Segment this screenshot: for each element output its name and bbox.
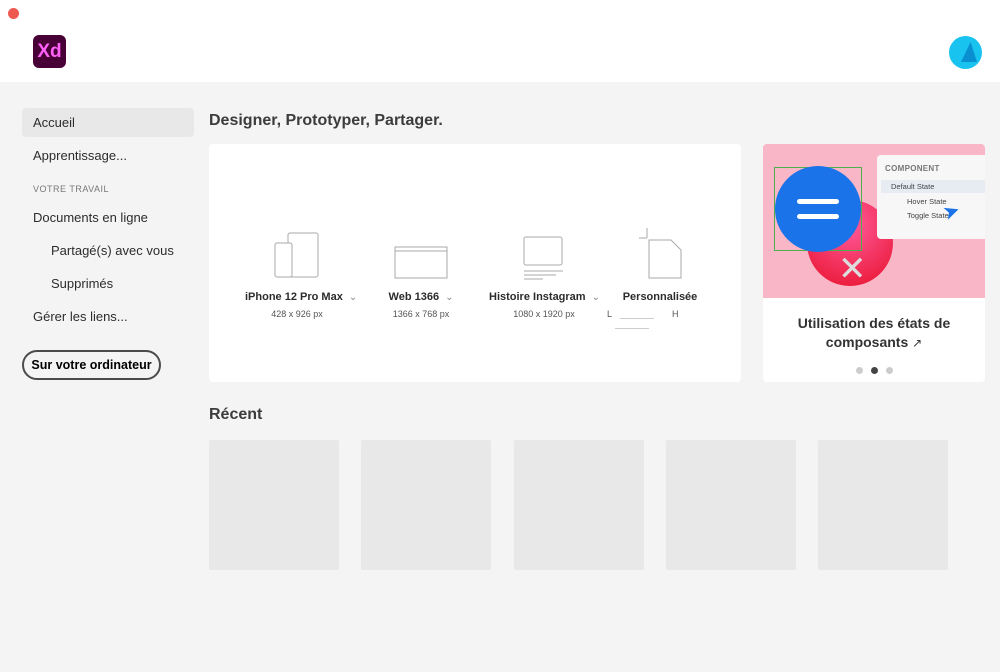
section-label: VOTRE TRAVAIL xyxy=(33,183,110,194)
carousel-dot[interactable] xyxy=(885,367,893,374)
recent-thumbnail[interactable] xyxy=(666,440,796,570)
avatar[interactable] xyxy=(949,36,982,69)
preset-name: Web 1366 xyxy=(388,291,440,303)
recent-thumbnail[interactable] xyxy=(209,440,339,570)
height-input[interactable] xyxy=(615,319,649,329)
sidebar-item-manage-links[interactable]: Gérer les liens... xyxy=(22,302,194,331)
recent-thumbnail[interactable] xyxy=(361,440,491,570)
state-item: Toggle State xyxy=(907,211,949,220)
header-bar: Xd xyxy=(0,0,1000,82)
window-close-button[interactable] xyxy=(8,8,19,19)
chevron-down-icon[interactable]: ⌄ xyxy=(445,292,453,303)
x-icon: ✕ xyxy=(838,250,867,288)
phone-tablet-icon xyxy=(245,228,349,280)
tutorial-card[interactable]: ✕ COMPONENT Default State Hover State To… xyxy=(763,144,985,382)
page-title: Designer, Prototyper, Partager. xyxy=(209,112,443,129)
browser-icon xyxy=(381,228,461,280)
preset-name: Personnalisée xyxy=(622,291,698,303)
carousel-dot[interactable] xyxy=(870,367,878,374)
preset-custom[interactable]: Personnalisée L H xyxy=(607,228,713,329)
xd-logo: Xd xyxy=(33,35,66,68)
sidebar-item-home[interactable]: Accueil xyxy=(22,108,194,137)
custom-size-icon xyxy=(607,228,713,280)
on-your-computer-button[interactable]: Sur votre ordinateur xyxy=(22,350,161,380)
external-link-icon[interactable]: ↗ xyxy=(912,336,922,350)
story-icon xyxy=(489,228,599,280)
tutorial-image: ✕ COMPONENT Default State Hover State To… xyxy=(763,144,985,298)
recent-title: Récent xyxy=(209,406,263,423)
recent-thumbnail[interactable] xyxy=(514,440,644,570)
carousel-dot[interactable] xyxy=(855,367,863,374)
preset-size: 1366 x 768 px xyxy=(392,309,450,319)
recent-thumbnail[interactable] xyxy=(818,440,948,570)
component-panel: COMPONENT Default State Hover State Togg… xyxy=(877,155,985,239)
chevron-down-icon[interactable]: ⌄ xyxy=(592,292,600,303)
preset-iphone[interactable]: iPhone 12 Pro Max ⌄ 428 x 926 px xyxy=(245,228,357,319)
sidebar: Accueil Apprentissage... VOTRE TRAVAIL D… xyxy=(22,108,194,380)
state-item: Hover State xyxy=(907,197,947,206)
width-label: L xyxy=(607,309,613,319)
height-label: H xyxy=(672,309,679,319)
chevron-down-icon[interactable]: ⌄ xyxy=(349,292,357,303)
panel-header: COMPONENT xyxy=(885,164,940,173)
preset-name: iPhone 12 Pro Max xyxy=(245,291,343,303)
preset-size: 1080 x 1920 px xyxy=(513,309,575,319)
card-title: Utilisation des états de composants xyxy=(797,315,951,350)
preset-web[interactable]: Web 1366 ⌄ 1366 x 768 px xyxy=(381,228,461,319)
state-item: Default State xyxy=(881,180,985,193)
sidebar-item-deleted[interactable]: Supprimés xyxy=(22,269,194,298)
sidebar-item-shared[interactable]: Partagé(s) avec vous xyxy=(22,236,194,265)
preset-size: 428 x 926 px xyxy=(271,309,323,319)
sidebar-item-learn[interactable]: Apprentissage... xyxy=(22,141,194,170)
carousel-dots xyxy=(763,367,985,374)
preset-name: Histoire Instagram xyxy=(489,291,586,303)
preset-instagram[interactable]: Histoire Instagram ⌄ 1080 x 1920 px xyxy=(489,228,600,319)
sidebar-item-cloud-docs[interactable]: Documents en ligne xyxy=(22,203,194,232)
presets-panel: iPhone 12 Pro Max ⌄ 428 x 926 px Web 1366… xyxy=(209,144,741,382)
width-input[interactable] xyxy=(620,309,655,319)
